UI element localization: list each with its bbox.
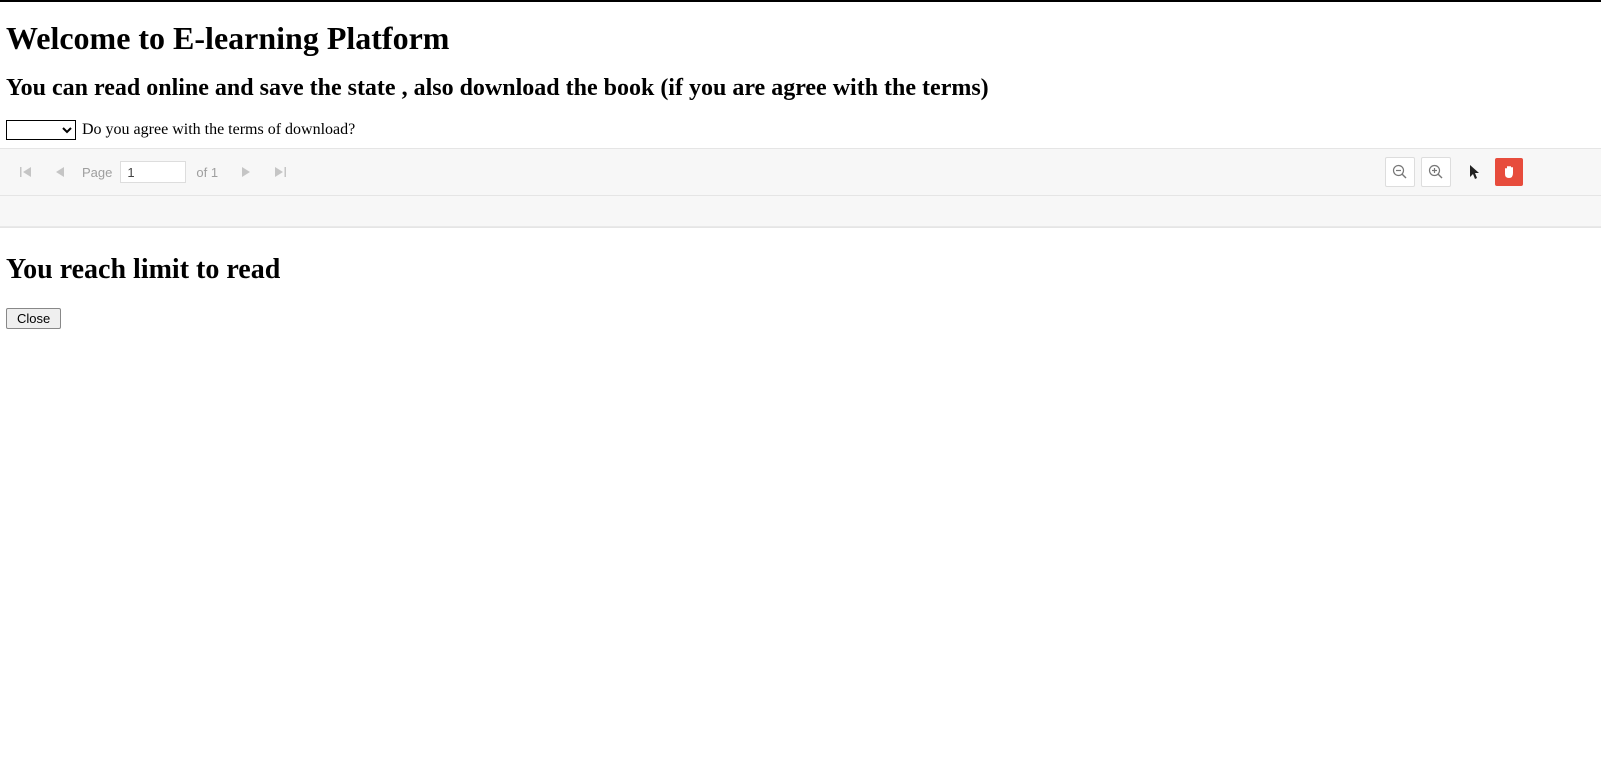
viewer-body (0, 196, 1601, 227)
first-page-icon[interactable] (18, 164, 34, 180)
cursor-group (1461, 158, 1523, 186)
page-subtitle: You can read online and save the state ,… (6, 75, 1601, 102)
terms-agree-select[interactable] (6, 120, 76, 140)
close-button[interactable]: Close (6, 308, 61, 329)
zoom-out-icon[interactable] (1385, 157, 1415, 187)
limit-heading: You reach limit to read (6, 254, 1601, 286)
page-label: Page (82, 165, 112, 180)
page-nav-group (18, 164, 68, 180)
pan-tool-icon[interactable] (1495, 158, 1523, 186)
page-number-input[interactable] (120, 161, 186, 183)
page-of-label: of 1 (196, 165, 218, 180)
pdf-viewer: Page of 1 (0, 148, 1601, 228)
zoom-in-icon[interactable] (1421, 157, 1451, 187)
last-page-icon[interactable] (272, 164, 288, 180)
terms-row: Do you agree with the terms of download? (6, 120, 1601, 140)
limit-section: You reach limit to read Close (0, 254, 1601, 329)
select-tool-icon[interactable] (1461, 158, 1489, 186)
zoom-group (1385, 157, 1451, 187)
next-page-icon[interactable] (238, 164, 254, 180)
terms-question-label: Do you agree with the terms of download? (82, 121, 355, 139)
viewer-toolbar: Page of 1 (0, 149, 1601, 196)
page-nav-group-right (238, 164, 288, 180)
prev-page-icon[interactable] (52, 164, 68, 180)
page-title: Welcome to E-learning Platform (6, 20, 1601, 57)
